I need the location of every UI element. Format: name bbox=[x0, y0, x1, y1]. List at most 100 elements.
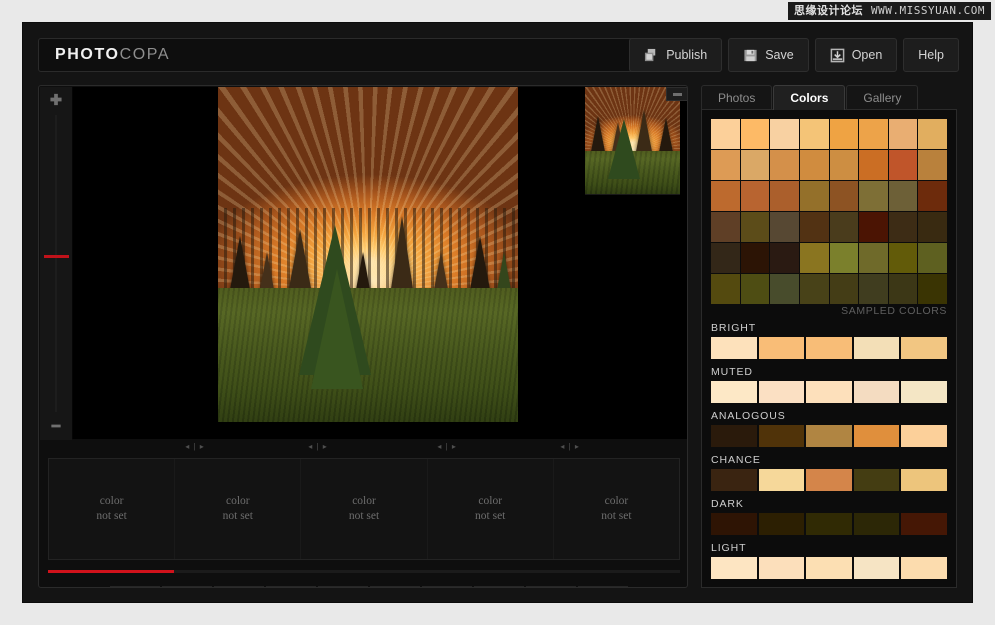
palette-swatch[interactable] bbox=[806, 469, 852, 491]
sampled-color-swatch[interactable] bbox=[918, 150, 947, 180]
palette-swatch[interactable] bbox=[711, 513, 757, 535]
sampled-color-swatch[interactable] bbox=[918, 274, 947, 304]
sampled-color-swatch[interactable] bbox=[711, 274, 740, 304]
palette-swatch[interactable] bbox=[901, 425, 947, 447]
palette-swatch[interactable] bbox=[711, 337, 757, 359]
sampled-color-swatch[interactable] bbox=[711, 243, 740, 273]
palette-swatch[interactable] bbox=[759, 557, 805, 579]
sampled-color-swatch[interactable] bbox=[859, 212, 888, 242]
sampled-color-swatch[interactable] bbox=[741, 119, 770, 149]
palette-swatch[interactable] bbox=[759, 425, 805, 447]
palette-swatch[interactable] bbox=[806, 513, 852, 535]
tab-gallery[interactable]: Gallery bbox=[846, 85, 918, 109]
sampled-color-swatch[interactable] bbox=[770, 274, 799, 304]
color-slot[interactable]: color not set bbox=[175, 459, 301, 559]
palette-swatch[interactable] bbox=[854, 469, 900, 491]
palette-swatch[interactable] bbox=[854, 337, 900, 359]
sampled-color-swatch[interactable] bbox=[830, 212, 859, 242]
sampled-color-swatch[interactable] bbox=[859, 119, 888, 149]
sampled-color-swatch[interactable] bbox=[830, 119, 859, 149]
palette-swatch[interactable] bbox=[806, 557, 852, 579]
palette-swatch[interactable] bbox=[759, 469, 805, 491]
palette-swatch[interactable] bbox=[806, 425, 852, 447]
sampled-color-swatch[interactable] bbox=[711, 119, 740, 149]
sampled-color-swatch[interactable] bbox=[800, 212, 829, 242]
palette-swatch[interactable] bbox=[901, 469, 947, 491]
sampled-color-swatch[interactable] bbox=[800, 150, 829, 180]
save-button[interactable]: Save bbox=[728, 38, 809, 72]
sampled-color-swatch[interactable] bbox=[889, 274, 918, 304]
sampled-color-swatch[interactable] bbox=[711, 181, 740, 211]
sampled-color-swatch[interactable] bbox=[830, 181, 859, 211]
palette-swatch[interactable] bbox=[711, 381, 757, 403]
scratch-cell[interactable] bbox=[110, 586, 160, 588]
palette-swatch[interactable] bbox=[806, 381, 852, 403]
palette-swatch[interactable] bbox=[901, 381, 947, 403]
palette-swatch[interactable] bbox=[806, 337, 852, 359]
splitter-handle[interactable]: ◂ | ▸ bbox=[185, 442, 205, 451]
palette-swatch[interactable] bbox=[759, 513, 805, 535]
sampled-color-swatch[interactable] bbox=[800, 243, 829, 273]
palette-swatch[interactable] bbox=[759, 337, 805, 359]
sampled-color-swatch[interactable] bbox=[741, 150, 770, 180]
splitter-handle[interactable]: ◂ | ▸ bbox=[308, 442, 328, 451]
color-slot[interactable]: color not set bbox=[301, 459, 427, 559]
tab-photos[interactable]: Photos bbox=[701, 85, 772, 109]
sampled-color-swatch[interactable] bbox=[889, 150, 918, 180]
palette-swatch[interactable] bbox=[854, 557, 900, 579]
sampled-color-swatch[interactable] bbox=[918, 243, 947, 273]
zoom-slider-handle[interactable] bbox=[44, 255, 69, 258]
open-button[interactable]: Open bbox=[815, 38, 898, 72]
sampled-color-swatch[interactable] bbox=[859, 274, 888, 304]
scratch-cell[interactable] bbox=[214, 586, 264, 588]
thumbnail-collapse-button[interactable] bbox=[666, 87, 688, 101]
scratch-cell[interactable] bbox=[578, 586, 628, 588]
sampled-color-swatch[interactable] bbox=[741, 181, 770, 211]
sampled-color-swatch[interactable] bbox=[711, 212, 740, 242]
thumbnail-preview[interactable] bbox=[585, 87, 680, 195]
scratch-cell[interactable] bbox=[266, 586, 316, 588]
sampled-color-swatch[interactable] bbox=[800, 119, 829, 149]
sampled-color-swatch[interactable] bbox=[741, 274, 770, 304]
color-slot[interactable]: color not set bbox=[428, 459, 554, 559]
sampled-color-swatch[interactable] bbox=[830, 150, 859, 180]
sampled-color-swatch[interactable] bbox=[770, 243, 799, 273]
palette-swatch[interactable] bbox=[901, 513, 947, 535]
scratch-cell[interactable] bbox=[474, 586, 524, 588]
help-button[interactable]: Help bbox=[903, 38, 959, 72]
palette-swatch[interactable] bbox=[901, 337, 947, 359]
palette-swatch[interactable] bbox=[759, 381, 805, 403]
zoom-slider[interactable] bbox=[40, 87, 73, 440]
palette-swatch[interactable] bbox=[711, 557, 757, 579]
palette-swatch[interactable] bbox=[711, 469, 757, 491]
splitter-handle[interactable]: ◂ | ▸ bbox=[437, 442, 457, 451]
splitter-handle[interactable]: ◂ | ▸ bbox=[560, 442, 580, 451]
sampled-color-swatch[interactable] bbox=[889, 181, 918, 211]
sampled-color-swatch[interactable] bbox=[830, 243, 859, 273]
zoom-in-icon[interactable] bbox=[50, 93, 63, 111]
publish-button[interactable]: Publish bbox=[629, 38, 722, 72]
zoom-out-icon[interactable] bbox=[50, 416, 63, 434]
palette-swatch[interactable] bbox=[854, 381, 900, 403]
sampled-color-swatch[interactable] bbox=[741, 212, 770, 242]
sampled-color-swatch[interactable] bbox=[770, 150, 799, 180]
tab-colors[interactable]: Colors bbox=[773, 85, 845, 110]
sampled-color-swatch[interactable] bbox=[859, 181, 888, 211]
palette-swatch[interactable] bbox=[854, 425, 900, 447]
sampled-color-swatch[interactable] bbox=[741, 243, 770, 273]
sampled-color-swatch[interactable] bbox=[918, 119, 947, 149]
sampled-color-swatch[interactable] bbox=[800, 181, 829, 211]
zoom-slider-track[interactable] bbox=[56, 115, 57, 412]
sampled-color-swatch[interactable] bbox=[770, 119, 799, 149]
scratch-cell[interactable] bbox=[422, 586, 472, 588]
scratch-cell[interactable] bbox=[162, 586, 212, 588]
sampled-color-swatch[interactable] bbox=[770, 212, 799, 242]
scratch-cell[interactable] bbox=[526, 586, 576, 588]
sampled-color-swatch[interactable] bbox=[918, 181, 947, 211]
color-slot[interactable]: color not set bbox=[49, 459, 175, 559]
sampled-color-swatch[interactable] bbox=[918, 212, 947, 242]
sampled-color-swatch[interactable] bbox=[859, 150, 888, 180]
main-photo[interactable] bbox=[218, 87, 518, 422]
scratch-cell[interactable] bbox=[370, 586, 420, 588]
color-slot[interactable]: color not set bbox=[554, 459, 679, 559]
